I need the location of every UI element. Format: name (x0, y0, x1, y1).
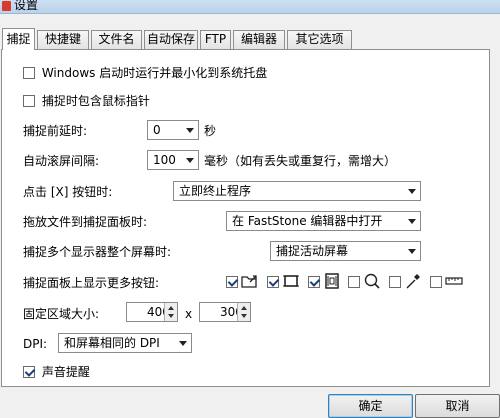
open-folder-icon (241, 275, 257, 288)
include-cursor-label: 捕捉时包含鼠标指针 (41, 94, 150, 108)
color-picker-toggle[interactable] (389, 276, 402, 288)
magnifier-toggle[interactable] (348, 276, 361, 288)
rectangle-region-toggle[interactable] (266, 276, 279, 288)
rectangle-region-icon (282, 275, 299, 287)
scroll-interval-label: 自动滚屏间隔: (23, 154, 100, 168)
arrow-down-icon (241, 314, 247, 318)
arrow-up-icon (241, 306, 247, 310)
chevron-down-icon (408, 219, 416, 224)
dpi-label: DPI: (23, 337, 48, 351)
capture-delay-label: 捕捉前延时: (23, 124, 88, 138)
arrow-up-icon (168, 306, 174, 310)
chevron-down-icon (408, 189, 416, 194)
open-folder-toggle[interactable] (226, 276, 238, 288)
height-stepper[interactable] (237, 303, 250, 321)
tab-strip: 捕捉 快捷键 文件名 自动保存 FTP 编辑器 其它选项 (0, 28, 500, 50)
film-strip-icon (324, 273, 339, 289)
sound-checkbox[interactable] (23, 366, 35, 378)
startup-minimize-label: Windows 启动时运行并最小化到系统托盘 (41, 66, 268, 80)
fixed-width-input[interactable]: 400 (126, 302, 178, 322)
dpi-select[interactable]: 和屏幕相同的 DPI (58, 333, 192, 353)
x-button-action-select[interactable]: 立即终止程序 (173, 181, 421, 201)
sound-label: 声音提醒 (41, 365, 90, 379)
drag-file-action-label: 拖放文件到捕捉面板时: (23, 215, 148, 229)
multi-monitor-label: 捕捉多个显示器整个屏幕时: (23, 245, 172, 259)
scroll-interval-value: 100 (153, 153, 176, 167)
tab-hotkeys[interactable]: 快捷键 (37, 30, 89, 49)
fixed-size-label: 固定区域大小: (23, 307, 100, 321)
scroll-interval-select[interactable]: 100 (147, 150, 199, 170)
capture-delay-select[interactable]: 0 (147, 120, 199, 140)
tab-other-options[interactable]: 其它选项 (287, 30, 352, 49)
multi-monitor-select[interactable]: 捕捉活动屏幕 (270, 241, 421, 261)
capture-delay-unit: 秒 (204, 124, 217, 138)
more-buttons-label: 捕捉面板上显示更多按钮: (23, 276, 160, 290)
startup-minimize-checkbox[interactable] (23, 67, 35, 79)
chevron-down-icon (186, 128, 194, 133)
drag-file-action-value: 在 FastStone 编辑器中打开 (232, 214, 383, 228)
cancel-button[interactable]: 取消 (415, 394, 500, 418)
tab-autosave[interactable]: 自动保存 (144, 30, 198, 49)
ruler-toggle[interactable] (430, 276, 443, 288)
sound-option[interactable]: 声音提醒 (23, 364, 90, 380)
multi-monitor-value: 捕捉活动屏幕 (276, 244, 349, 258)
chevron-down-icon (179, 341, 187, 346)
width-stepper[interactable] (164, 303, 177, 321)
ok-button[interactable]: 确定 (328, 394, 413, 418)
chevron-down-icon (186, 158, 194, 163)
magnifier-icon (365, 273, 381, 289)
tab-editor[interactable]: 编辑器 (233, 30, 285, 49)
x-button-action-value: 立即终止程序 (179, 184, 252, 198)
capture-settings-panel: Windows 启动时运行并最小化到系统托盘 捕捉时包含鼠标指针 捕捉前延时: … (1, 49, 490, 387)
tab-filename[interactable]: 文件名 (91, 30, 142, 49)
x-button-action-label: 点击 [X] 按钮时: (23, 185, 113, 199)
more-buttons-group (226, 273, 467, 290)
scroll-interval-unit: 毫秒（如有丢失或重复行，需增大） (204, 154, 397, 168)
ruler-icon (445, 277, 463, 285)
window-title: 设置 (14, 0, 39, 12)
drag-file-action-select[interactable]: 在 FastStone 编辑器中打开 (226, 211, 421, 231)
title-bar: 设置 (0, 0, 500, 14)
film-strip-toggle[interactable] (307, 276, 320, 288)
arrow-down-icon (168, 314, 174, 318)
capture-delay-value: 0 (153, 123, 161, 137)
dpi-value: 和屏幕相同的 DPI (64, 336, 160, 350)
startup-minimize-option[interactable]: Windows 启动时运行并最小化到系统托盘 (23, 65, 267, 81)
tab-capture[interactable]: 捕捉 (2, 28, 35, 50)
include-cursor-option[interactable]: 捕捉时包含鼠标指针 (23, 93, 150, 109)
app-icon (2, 1, 11, 11)
color-picker-icon (406, 274, 421, 289)
chevron-down-icon (408, 249, 416, 254)
size-separator: x (185, 307, 193, 321)
include-cursor-checkbox[interactable] (23, 95, 35, 107)
tab-ftp[interactable]: FTP (200, 30, 231, 49)
fixed-height-input[interactable]: 300 (199, 302, 251, 322)
